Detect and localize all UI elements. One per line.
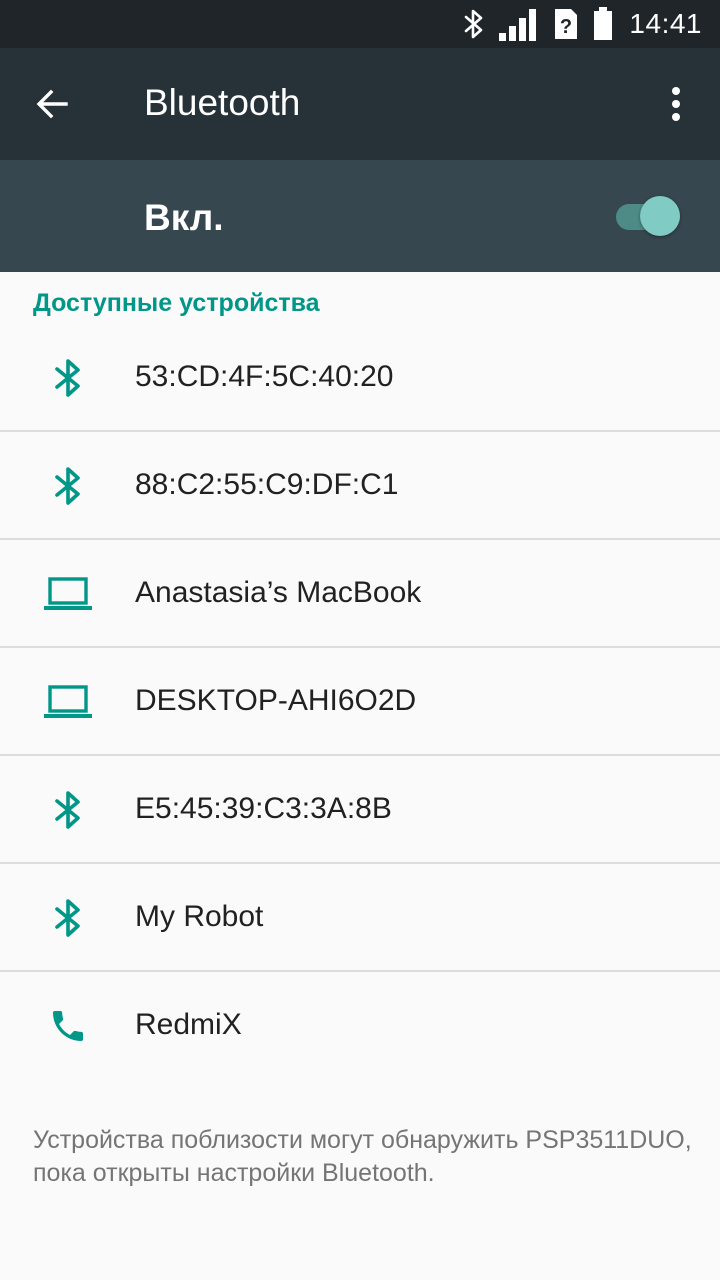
bluetooth-status-icon (463, 8, 485, 40)
laptop-icon (40, 676, 96, 728)
arrow-back-icon (36, 89, 68, 119)
no-sim-icon: ? (553, 7, 579, 41)
signal-icon (499, 7, 539, 41)
phone-icon (40, 1000, 96, 1052)
page-title: Bluetooth (144, 82, 301, 123)
toggle-thumb (640, 196, 680, 236)
device-item[interactable]: Anastasia’s MacBook (0, 540, 720, 648)
available-devices-header: Доступные устройства (33, 289, 320, 317)
visibility-note: Устройства поблизости могут обнаружить P… (33, 1126, 692, 1187)
device-item[interactable]: My Robot (0, 864, 720, 972)
device-item[interactable]: 53:CD:4F:5C:40:20 (0, 324, 720, 432)
bluetooth-icon (40, 352, 96, 404)
device-name: Anastasia’s MacBook (135, 576, 422, 609)
device-name: E5:45:39:C3:3A:8B (135, 792, 392, 825)
more-options-button[interactable] (652, 76, 700, 132)
bluetooth-toggle[interactable] (612, 194, 684, 238)
device-name: DESKTOP-AHI6O2D (135, 684, 417, 717)
device-list: 53:CD:4F:5C:40:20 88:C2:55:C9:DF:C1 Anas… (0, 324, 720, 1080)
more-vert-icon (672, 87, 680, 121)
device-name: 53:CD:4F:5C:40:20 (135, 360, 394, 393)
device-name: My Robot (135, 900, 264, 933)
device-item[interactable]: 88:C2:55:C9:DF:C1 (0, 432, 720, 540)
bluetooth-icon (40, 460, 96, 512)
status-bar: ? 14:41 (0, 0, 720, 48)
toolbar: Bluetooth (0, 48, 720, 160)
device-item[interactable]: RedmiX (0, 972, 720, 1080)
battery-icon (593, 7, 613, 41)
laptop-icon (40, 568, 96, 620)
device-item[interactable]: DESKTOP-AHI6O2D (0, 648, 720, 756)
back-button[interactable] (24, 76, 80, 132)
device-item[interactable]: E5:45:39:C3:3A:8B (0, 756, 720, 864)
device-name: RedmiX (135, 1008, 242, 1041)
bluetooth-icon (40, 892, 96, 944)
bluetooth-icon (40, 784, 96, 836)
svg-text:?: ? (560, 16, 572, 38)
switch-label: Вкл. (144, 197, 224, 238)
device-name: 88:C2:55:C9:DF:C1 (135, 468, 399, 501)
status-time: 14:41 (629, 8, 702, 39)
bluetooth-switch-bar[interactable]: Вкл. (0, 160, 720, 272)
